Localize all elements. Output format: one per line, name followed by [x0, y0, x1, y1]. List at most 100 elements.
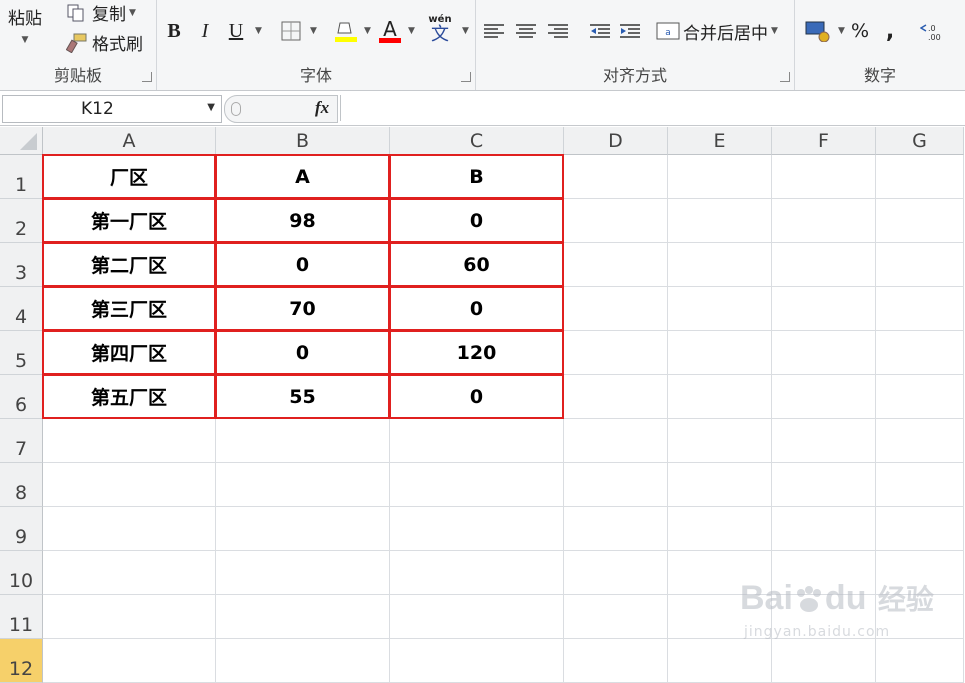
cell-a11[interactable] — [43, 595, 216, 639]
align-center-button[interactable] — [514, 18, 538, 44]
cell-d4[interactable] — [564, 287, 668, 331]
cell-e7[interactable] — [668, 419, 772, 463]
row-header-6[interactable]: 6 — [0, 375, 43, 419]
row-header-8[interactable]: 8 — [0, 463, 43, 507]
cell-b10[interactable] — [216, 551, 390, 595]
row-header-2[interactable]: 2 — [0, 199, 43, 243]
cell-d6[interactable] — [564, 375, 668, 419]
table-cell[interactable]: 第五厂区 — [42, 374, 216, 419]
table-cell[interactable]: 第四厂区 — [42, 330, 216, 375]
cell-e6[interactable] — [668, 375, 772, 419]
cell-b7[interactable] — [216, 419, 390, 463]
cell-g2[interactable] — [876, 199, 964, 243]
cell-a9[interactable] — [43, 507, 216, 551]
cell-d3[interactable] — [564, 243, 668, 287]
cell-g7[interactable] — [876, 419, 964, 463]
cell-f7[interactable] — [772, 419, 876, 463]
name-box[interactable]: K12 ▼ — [2, 95, 222, 123]
chevron-down-icon[interactable]: ▼ — [408, 26, 415, 36]
table-cell[interactable]: 厂区 — [42, 154, 216, 199]
table-cell[interactable]: 0 — [215, 330, 390, 375]
cell-d10[interactable] — [564, 551, 668, 595]
column-header-d[interactable]: D — [564, 127, 668, 155]
alignment-dialog-launcher[interactable] — [780, 72, 790, 82]
chevron-down-icon[interactable]: ▼ — [462, 26, 469, 36]
cell-c11[interactable] — [390, 595, 564, 639]
row-header-4[interactable]: 4 — [0, 287, 43, 331]
chevron-down-icon[interactable]: ▼ — [364, 26, 371, 36]
column-header-a[interactable]: A — [43, 127, 216, 155]
cell-c10[interactable] — [390, 551, 564, 595]
cell-g9[interactable] — [876, 507, 964, 551]
row-header-5[interactable]: 5 — [0, 331, 43, 375]
cell-f2[interactable] — [772, 199, 876, 243]
cell-a12[interactable] — [43, 639, 216, 683]
cell-g5[interactable] — [876, 331, 964, 375]
cell-d8[interactable] — [564, 463, 668, 507]
row-header-3[interactable]: 3 — [0, 243, 43, 287]
table-cell[interactable]: 0 — [215, 242, 390, 287]
table-cell[interactable]: 第三厂区 — [42, 286, 216, 331]
cell-e5[interactable] — [668, 331, 772, 375]
cell-a8[interactable] — [43, 463, 216, 507]
table-cell[interactable]: 70 — [215, 286, 390, 331]
cell-f8[interactable] — [772, 463, 876, 507]
chevron-down-icon[interactable]: ▼ — [255, 26, 262, 36]
borders-button[interactable] — [279, 18, 303, 44]
cell-g8[interactable] — [876, 463, 964, 507]
align-right-button[interactable] — [546, 18, 570, 44]
cell-c7[interactable] — [390, 419, 564, 463]
accounting-format-button[interactable] — [803, 18, 833, 44]
font-color-button[interactable]: A — [377, 18, 403, 44]
row-header-1[interactable]: 1 — [0, 155, 43, 199]
row-header-9[interactable]: 9 — [0, 507, 43, 551]
cell-e2[interactable] — [668, 199, 772, 243]
row-header-12[interactable]: 12 — [0, 639, 43, 683]
cell-f9[interactable] — [772, 507, 876, 551]
cell-b8[interactable] — [216, 463, 390, 507]
table-cell[interactable]: 60 — [389, 242, 564, 287]
table-cell[interactable]: 第一厂区 — [42, 198, 216, 243]
cell-d12[interactable] — [564, 639, 668, 683]
column-header-f[interactable]: F — [772, 127, 876, 155]
table-cell[interactable]: 55 — [215, 374, 390, 419]
cell-c12[interactable] — [390, 639, 564, 683]
select-all-corner[interactable] — [0, 127, 43, 155]
cell-g4[interactable] — [876, 287, 964, 331]
table-cell[interactable]: 0 — [389, 198, 564, 243]
cell-g1[interactable] — [876, 155, 964, 199]
cell-d1[interactable] — [564, 155, 668, 199]
expand-handle-icon[interactable] — [231, 102, 241, 116]
cell-e8[interactable] — [668, 463, 772, 507]
fill-color-button[interactable] — [333, 18, 359, 44]
row-header-11[interactable]: 11 — [0, 595, 43, 639]
cell-a10[interactable] — [43, 551, 216, 595]
cell-b12[interactable] — [216, 639, 390, 683]
column-header-b[interactable]: B — [216, 127, 390, 155]
cell-e1[interactable] — [668, 155, 772, 199]
comma-button[interactable]: , — [881, 18, 899, 44]
chevron-down-icon[interactable]: ▼ — [838, 26, 845, 36]
format-painter-button[interactable]: 格式刷 — [66, 30, 143, 55]
cell-d9[interactable] — [564, 507, 668, 551]
cell-d7[interactable] — [564, 419, 668, 463]
cell-b9[interactable] — [216, 507, 390, 551]
cell-c8[interactable] — [390, 463, 564, 507]
cell-d2[interactable] — [564, 199, 668, 243]
cell-g6[interactable] — [876, 375, 964, 419]
table-cell[interactable]: 第二厂区 — [42, 242, 216, 287]
cell-b11[interactable] — [216, 595, 390, 639]
decrease-indent-button[interactable] — [588, 18, 612, 44]
table-cell[interactable]: B — [389, 154, 564, 199]
cell-f6[interactable] — [772, 375, 876, 419]
column-header-c[interactable]: C — [390, 127, 564, 155]
column-header-e[interactable]: E — [668, 127, 772, 155]
cell-d11[interactable] — [564, 595, 668, 639]
cell-e4[interactable] — [668, 287, 772, 331]
cell-c9[interactable] — [390, 507, 564, 551]
table-cell[interactable]: 98 — [215, 198, 390, 243]
row-header-10[interactable]: 10 — [0, 551, 43, 595]
table-cell[interactable]: 120 — [389, 330, 564, 375]
chevron-down-icon[interactable]: ▼ — [310, 26, 317, 36]
chevron-down-icon[interactable]: ▼ — [207, 102, 215, 113]
